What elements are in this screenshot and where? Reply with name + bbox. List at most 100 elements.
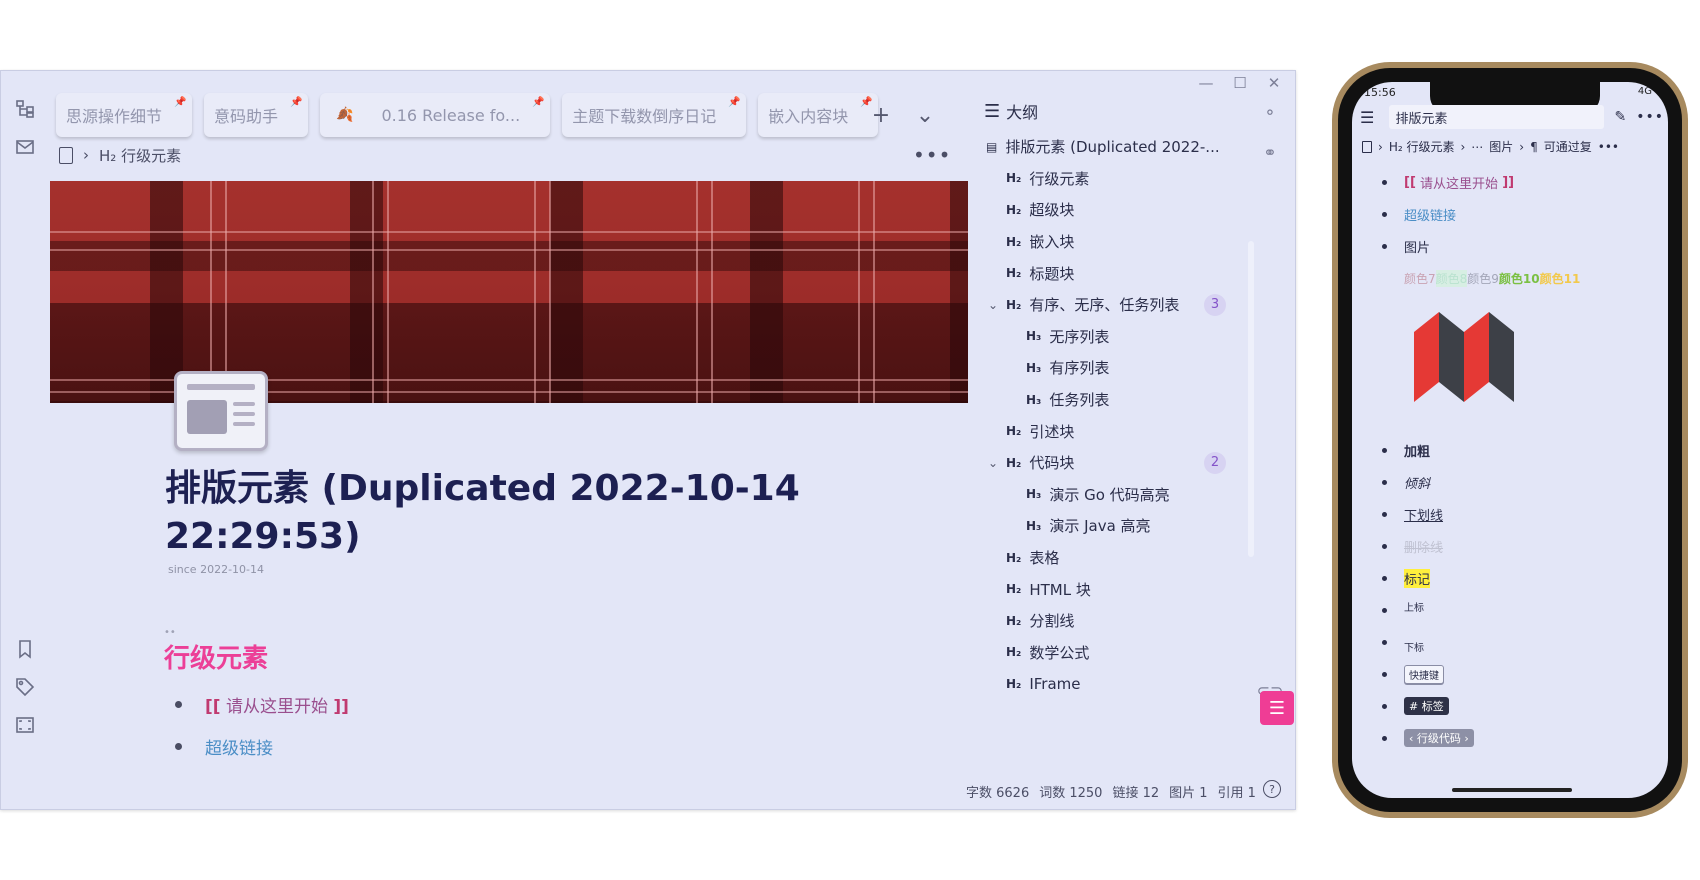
breadcrumb-heading[interactable]: H₂ 行级元素	[99, 145, 181, 166]
minimize-icon[interactable]: —	[1193, 73, 1219, 93]
outline-item[interactable]: H₃ 无序列表	[986, 321, 1246, 353]
crumb-paragraph[interactable]: 可通过复	[1544, 138, 1592, 155]
file-tree-icon[interactable]	[13, 97, 37, 121]
tab-label: 意码助手	[214, 107, 279, 126]
term-count: 词数 1250	[1039, 786, 1103, 801]
tab-item[interactable]: 主题下载数倒序日记 📌	[562, 93, 747, 137]
bookmark-icon[interactable]	[13, 637, 37, 661]
outline-item[interactable]: H₂ 引述块	[986, 415, 1246, 447]
list-item[interactable]: 下划线	[1382, 498, 1652, 530]
outline-item[interactable]: H₃ 有序列表	[986, 352, 1246, 384]
doc-small-icon: ▤	[986, 139, 998, 154]
chevron-down-icon[interactable]: ⌄	[988, 298, 998, 312]
outline-item[interactable]: H₃ 任务列表	[986, 384, 1246, 416]
list-item[interactable]: 倾斜	[1382, 466, 1652, 498]
more-icon[interactable]: •••	[1636, 109, 1664, 125]
list-item[interactable]: 删除线	[1382, 530, 1652, 562]
help-icon[interactable]: ?	[1263, 780, 1281, 798]
image-count: 图片 1	[1169, 786, 1208, 801]
count-badge: 3	[1204, 293, 1226, 316]
close-icon[interactable]: ✕	[1261, 73, 1287, 93]
outline-item[interactable]: ⌄ H₂ 有序、无序、任务列表 3	[986, 289, 1246, 321]
outline-item[interactable]: H₂ 超级块	[986, 194, 1246, 226]
tab-label: 主题下载数倒序日记	[572, 107, 717, 126]
tag-icon[interactable]	[13, 675, 37, 699]
hyperlink[interactable]: 超级链接	[1404, 205, 1456, 224]
siyuan-desktop-window: — ☐ ✕ 思源操作细节 📌 意码助手 📌 🍂 0.16 Release fo.…	[0, 70, 1296, 810]
tab-item[interactable]: 嵌入内容块 📌	[758, 93, 879, 137]
outline-item[interactable]: H₂ 标题块	[986, 257, 1246, 289]
outline-scrollbar[interactable]	[1248, 241, 1254, 557]
crumb-image[interactable]: 图片	[1489, 138, 1513, 155]
global-graph-icon[interactable]: ⚭	[1259, 141, 1281, 163]
outline-item[interactable]: H₂ 数学公式	[986, 637, 1246, 669]
outline-item[interactable]: H₂ IFrame	[986, 668, 1246, 700]
tab-item[interactable]: 思源操作细节 📌	[56, 93, 193, 137]
crumb-heading[interactable]: H₂ 行级元素	[1389, 138, 1455, 155]
mobile-list: [[ 请从这里开始 ]] 超级链接 图片 颜色7 颜色8 颜色9 颜色10 颜色11 加…	[1382, 166, 1652, 754]
window-controls: — ☐ ✕	[1193, 73, 1287, 93]
list-item[interactable]: 加粗	[1382, 434, 1652, 466]
logo-image[interactable]	[1404, 294, 1652, 434]
pin-icon[interactable]: 📌	[174, 97, 186, 109]
add-tab-icon[interactable]: +	[867, 101, 895, 129]
list-item[interactable]: 下标	[1382, 626, 1652, 658]
graph-icon[interactable]: ⚬	[1259, 101, 1281, 123]
tab-item[interactable]: 🍂 0.16 Release fo... 📌	[320, 93, 551, 137]
outline-item[interactable]: ⌄ H₂ 代码块 2	[986, 447, 1246, 479]
list-item[interactable]: 超级链接	[1382, 198, 1652, 230]
outline-toggle-icon[interactable]: ☰	[1260, 691, 1294, 725]
phone-signal: 4G	[1637, 86, 1652, 97]
outline-item[interactable]: ▤ 排版元素 (Duplicated 2022-...	[986, 131, 1246, 163]
block-handle-icon[interactable]: ••	[164, 627, 176, 638]
list-item[interactable]: 超级链接	[173, 725, 349, 767]
list-item[interactable]: 快捷键	[1382, 658, 1652, 690]
heading-2[interactable]: 行级元素	[164, 638, 268, 675]
hyperlink[interactable]: 超级链接	[205, 734, 273, 759]
outline-item[interactable]: H₃ 演示 Java 高亮	[986, 510, 1246, 542]
link-count: 链接 12	[1112, 786, 1160, 801]
outline-item[interactable]: H₂ 嵌入块	[986, 226, 1246, 258]
count-badge: 2	[1204, 451, 1226, 474]
maximize-icon[interactable]: ☐	[1227, 73, 1253, 93]
list-item[interactable]: 上标	[1382, 594, 1652, 626]
outline-item[interactable]: H₂ 分割线	[986, 605, 1246, 637]
menu-icon[interactable]: ☰	[1360, 108, 1383, 127]
chevron-down-icon[interactable]: ⌄	[911, 101, 939, 129]
inbox-mail-icon[interactable]	[13, 135, 37, 159]
list-item[interactable]: [[ 请从这里开始 ]]	[1382, 166, 1652, 198]
home-indicator	[1452, 788, 1572, 792]
mobile-doc-title[interactable]: 排版元素	[1389, 105, 1605, 129]
fullscreen-icon[interactable]	[13, 713, 37, 737]
outline-item[interactable]: H₂ HTML 块	[986, 573, 1246, 605]
color-samples: 颜色7 颜色8 颜色9 颜色10 颜色11	[1404, 269, 1581, 287]
chevron-down-icon[interactable]: ⌄	[988, 456, 998, 470]
pin-icon[interactable]: 📌	[532, 97, 544, 109]
outline-title: 大纲	[1006, 103, 1039, 122]
mobile-screen: 15:56 4G ☰ 排版元素 ✎ ••• › H₂ 行级元素 › ⋯ 图片 ›…	[1352, 82, 1668, 798]
list-item[interactable]: 图片	[1382, 230, 1652, 262]
outline-item[interactable]: H₃ 演示 Go 代码高亮	[986, 479, 1246, 511]
left-dock	[1, 71, 49, 809]
outline-header: ☰ 大纲	[984, 99, 1038, 123]
more-icon[interactable]: •••	[1598, 140, 1619, 154]
outline-item[interactable]: H₂ 表格	[986, 542, 1246, 574]
tab-label: 思源操作细节	[66, 107, 163, 126]
more-icon[interactable]: •••	[913, 143, 951, 167]
list-item[interactable]: ‹ 行级代码 ›	[1382, 722, 1652, 754]
document-icon[interactable]	[59, 146, 73, 164]
outline-item[interactable]: H₂ 行级元素	[986, 163, 1246, 195]
list-item[interactable]: 标记	[1382, 562, 1652, 594]
page-title[interactable]: 排版元素 (Duplicated 2022-10-14 22:29:53)	[165, 465, 805, 561]
document-icon[interactable]	[1362, 140, 1372, 153]
document-icon-newspaper[interactable]	[174, 371, 268, 451]
edit-icon[interactable]: ✎	[1614, 109, 1626, 125]
pin-icon[interactable]: 📌	[290, 97, 302, 109]
block-reference[interactable]: [[ 请从这里开始 ]]	[205, 692, 349, 717]
list-item[interactable]: # 标签	[1382, 690, 1652, 722]
list-item[interactable]: [[ 请从这里开始 ]]	[173, 683, 349, 725]
tab-item[interactable]: 意码助手 📌	[204, 93, 309, 137]
tab-label: 嵌入内容块	[768, 107, 849, 126]
document-banner-image	[50, 181, 968, 403]
pin-icon[interactable]: 📌	[728, 97, 740, 109]
